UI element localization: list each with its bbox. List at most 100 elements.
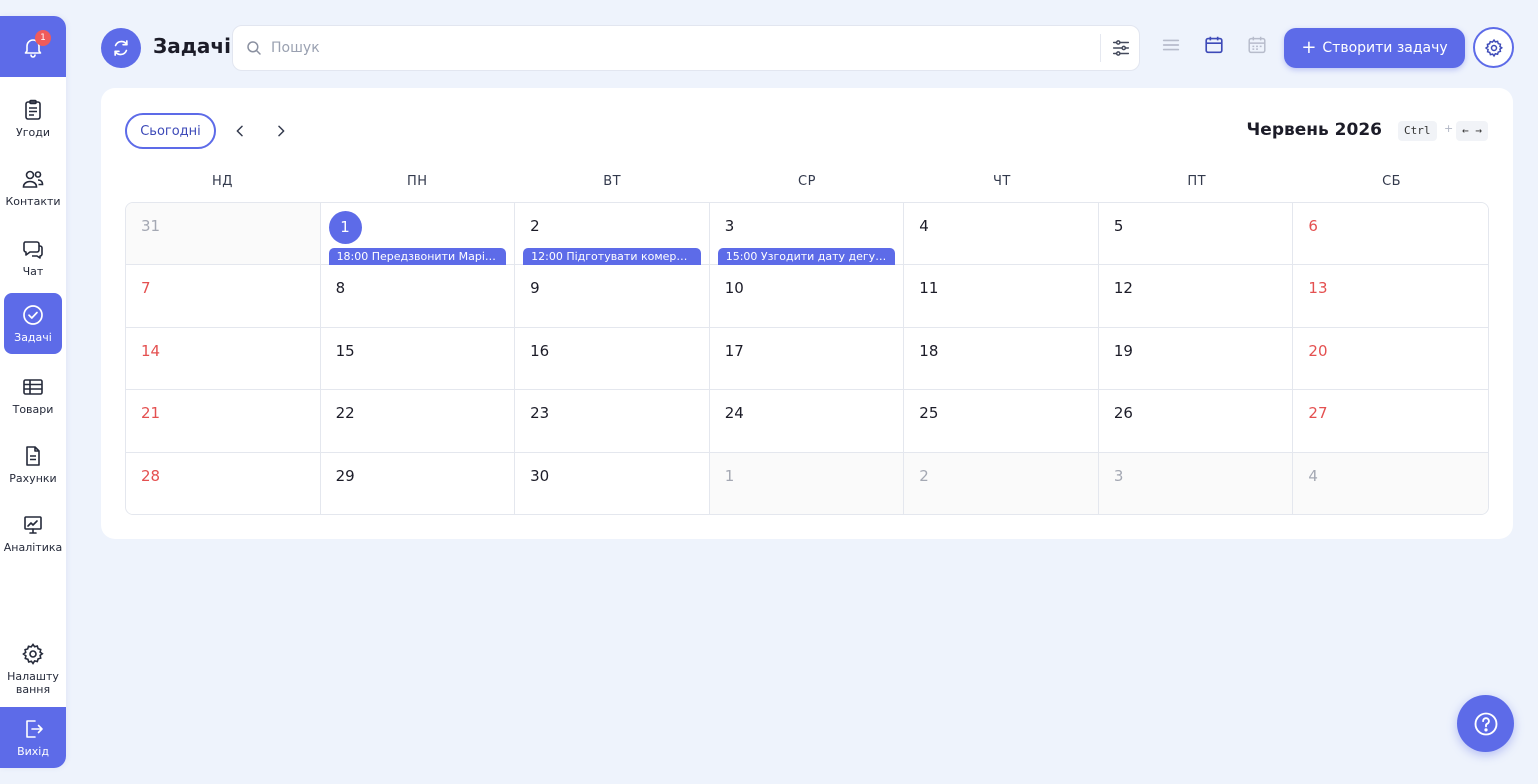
day-number: 17 xyxy=(724,342,744,360)
sidebar-item-products[interactable]: Товари xyxy=(4,365,62,426)
calendar-day-cell[interactable]: 9 xyxy=(515,265,710,328)
shortcut-key-arrows: ← → xyxy=(1456,121,1488,141)
day-number: 18 xyxy=(919,342,939,360)
weekday-label: НД xyxy=(211,174,233,189)
calendar-day-cell[interactable]: 7 xyxy=(126,265,321,328)
search-icon xyxy=(247,41,261,55)
task-event[interactable]: 18:00 Передзвонити Марії Коваленко xyxy=(328,248,507,265)
calendar-day-cell[interactable]: 21 xyxy=(126,390,321,453)
logout-button[interactable]: Вихід xyxy=(0,707,66,768)
calendar-day-cell[interactable]: 19 xyxy=(1098,328,1294,390)
sidebar-item-label: Рахунки xyxy=(9,472,57,485)
day-number: 8 xyxy=(335,279,346,297)
day-number: 23 xyxy=(530,404,550,422)
day-number: 3 xyxy=(724,217,735,235)
chevron-right-icon xyxy=(278,125,285,137)
clipboard-icon xyxy=(25,99,41,120)
calendar-day-cell[interactable]: 16 xyxy=(515,328,710,390)
calendar-day-cell[interactable]: 29 xyxy=(320,453,516,514)
notifications-button[interactable]: 1 xyxy=(0,16,66,77)
chat-icon xyxy=(23,241,43,259)
page-title: Задачі xyxy=(153,34,231,58)
page-settings-button[interactable] xyxy=(1473,27,1514,68)
day-number: 4 xyxy=(1308,467,1318,485)
calendar-day-cell[interactable]: 8 xyxy=(320,265,516,328)
week-view-button[interactable] xyxy=(1245,33,1269,57)
search-bar xyxy=(232,25,1140,71)
sidebar-item-chat[interactable]: Чат xyxy=(4,227,62,288)
filter-settings-icon[interactable] xyxy=(1110,37,1132,59)
day-number: 11 xyxy=(919,279,939,297)
sidebar-item-contacts[interactable]: Контакти xyxy=(4,157,62,218)
calendar-day-cell[interactable]: 3 xyxy=(1098,453,1294,514)
calendar-icon xyxy=(1205,36,1223,54)
calendar-day-cell[interactable]: 10 xyxy=(709,265,905,328)
calendar-day-cell[interactable]: 11 xyxy=(904,265,1099,328)
calendar-day-cell[interactable]: 30 xyxy=(515,453,710,514)
calendar-day-cell[interactable]: 24 xyxy=(709,390,905,453)
help-button[interactable] xyxy=(1457,695,1514,752)
task-event[interactable]: 15:00 Узгодити дату дегустації xyxy=(717,248,896,265)
prev-month-button[interactable] xyxy=(229,120,251,142)
sidebar-item-analytics[interactable]: Аналітика xyxy=(4,503,62,564)
day-number: 4 xyxy=(919,217,929,235)
sidebar-item-invoices[interactable]: Рахунки xyxy=(4,434,62,495)
calendar-day-cell[interactable]: 18 xyxy=(904,328,1099,390)
sidebar-item-label: Задачі xyxy=(14,331,52,344)
calendar-day-cell[interactable]: 4 xyxy=(1293,453,1488,514)
calendar-day-cell[interactable]: 26 xyxy=(1098,390,1294,453)
day-number: 27 xyxy=(1308,404,1328,422)
calendar-day-cell[interactable]: 20 xyxy=(1293,328,1488,390)
day-number: 1 xyxy=(724,467,735,485)
month-title: Червень 2026 xyxy=(1246,120,1382,140)
calendar-card: Сьогодні Червень 2026 Ctrl + ← → НД ПН ВТ С… xyxy=(101,88,1513,539)
day-number: 21 xyxy=(141,404,161,422)
refresh-icon xyxy=(114,40,128,56)
calendar-week-icon xyxy=(1248,36,1266,54)
today-day-number: 1 xyxy=(328,211,362,244)
day-number: 14 xyxy=(141,342,161,360)
calendar-day-cell[interactable]: 28 xyxy=(126,453,321,514)
calendar-day-cell[interactable]: 1 xyxy=(709,453,905,514)
shortcut-key-ctrl: Ctrl xyxy=(1398,121,1437,141)
calendar-grid: 31118:00 Передзвонити Марії Коваленко212… xyxy=(125,202,1489,515)
next-month-button[interactable] xyxy=(270,120,292,142)
calendar-day-cell[interactable]: 2 12:00 Підготувати комерційну пропозицію xyxy=(515,203,710,265)
calendar-day-cell[interactable]: 14 xyxy=(126,328,321,390)
list-view-button[interactable] xyxy=(1159,33,1183,57)
calendar-day-cell[interactable]: 5 xyxy=(1098,203,1294,265)
month-view-button[interactable] xyxy=(1202,33,1226,57)
day-number: 30 xyxy=(530,467,550,485)
day-number: 24 xyxy=(724,404,744,422)
sidebar-item-settings[interactable]: Налашту вання xyxy=(4,636,62,702)
create-task-button[interactable]: + Створити задачу xyxy=(1284,28,1465,68)
calendar-day-cell[interactable]: 25 xyxy=(904,390,1099,453)
calendar-day-cell[interactable]: 31 xyxy=(126,203,321,265)
weekday-label: ПТ xyxy=(1187,174,1207,189)
calendar-day-cell[interactable]: 2 xyxy=(904,453,1099,514)
calendar-day-cell[interactable]: 17 xyxy=(709,328,905,390)
day-number: 13 xyxy=(1308,279,1328,297)
calendar-day-cell[interactable]: 23 xyxy=(515,390,710,453)
calendar-day-cell[interactable]: 27 xyxy=(1293,390,1488,453)
calendar-day-cell[interactable]: 12 xyxy=(1098,265,1294,328)
gear-icon xyxy=(22,643,44,665)
logout-label: Вихід xyxy=(17,745,49,758)
today-button[interactable]: Сьогодні xyxy=(125,113,216,149)
chevron-left-icon xyxy=(236,125,243,137)
calendar-day-cell[interactable]: 4 xyxy=(904,203,1099,265)
search-input[interactable] xyxy=(271,36,1091,60)
calendar-day-cell[interactable]: 6 xyxy=(1293,203,1488,265)
weekday-label: СБ xyxy=(1382,174,1402,189)
day-number: 26 xyxy=(1113,404,1133,422)
task-event[interactable]: 12:00 Підготувати комерційну пропозицію xyxy=(523,248,701,265)
calendar-day-cell[interactable]: 22 xyxy=(320,390,516,453)
sidebar-item-label: Налашту вання xyxy=(7,670,59,696)
sidebar-item-deals[interactable]: Угоди xyxy=(4,88,62,149)
calendar-day-cell[interactable]: 15 xyxy=(320,328,516,390)
calendar-day-cell[interactable]: 3 15:00 Узгодити дату дегустації xyxy=(709,203,905,265)
calendar-day-cell[interactable]: 13 xyxy=(1293,265,1488,328)
calendar-day-cell[interactable]: 1 18:00 Передзвонити Марії Коваленко xyxy=(320,203,516,265)
refresh-button[interactable] xyxy=(101,28,141,68)
sidebar-item-tasks[interactable]: Задачі xyxy=(4,293,62,357)
